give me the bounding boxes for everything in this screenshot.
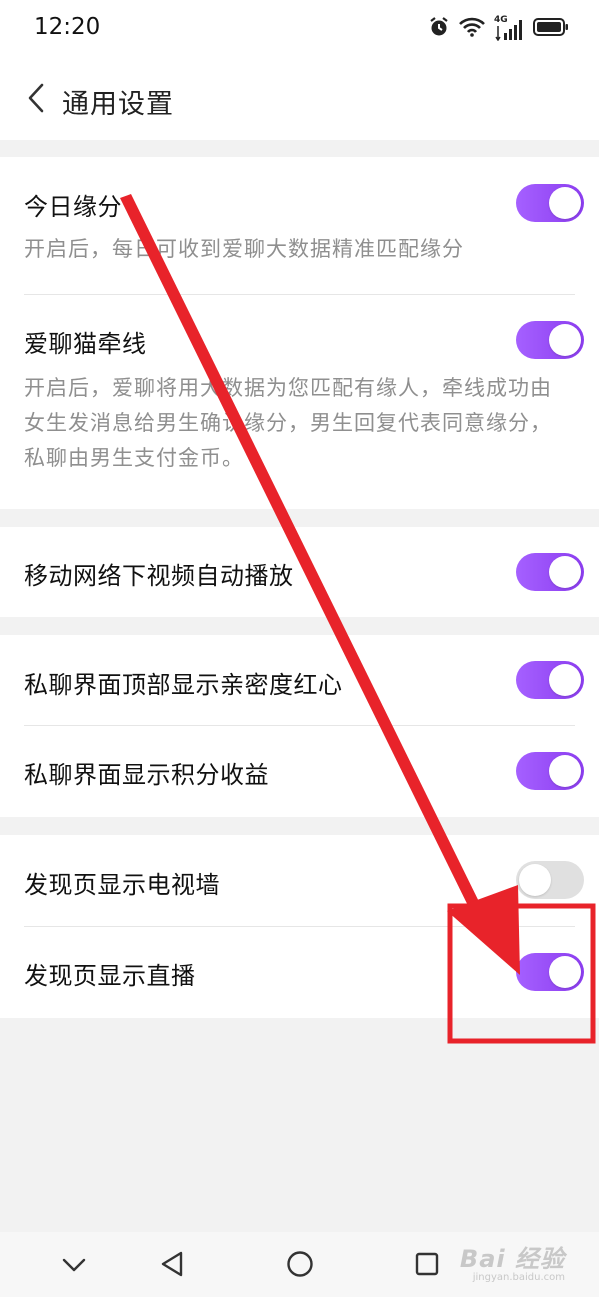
toggle-knob (549, 755, 581, 787)
settings-group-discover: 发现页显示电视墙 发现页显示直播 (0, 835, 599, 1018)
intimacy-heart-toggle[interactable] (516, 661, 584, 699)
page-title: 通用设置 (62, 89, 174, 120)
settings-group-video: 移动网络下视频自动播放 (0, 527, 599, 617)
toggle-knob (549, 187, 581, 219)
status-icons: 4G (428, 15, 569, 42)
recents-square-icon (414, 1251, 440, 1281)
tv-wall-toggle[interactable] (516, 861, 584, 899)
toggle-knob (549, 664, 581, 696)
settings-group-chat: 私聊界面顶部显示亲密度红心 私聊界面显示积分收益 (0, 635, 599, 817)
title-bar: 通用设置 (0, 60, 599, 140)
autoplay-toggle[interactable] (516, 553, 584, 591)
status-time: 12:20 (34, 14, 101, 40)
setting-row-intimacy-heart: 私聊界面顶部显示亲密度红心 (24, 635, 584, 725)
status-bar: 12:20 4G (0, 0, 599, 60)
setting-row-matchmaker: 爱聊猫牵线 开启后，爱聊将用大数据为您匹配有缘人，牵线成功由女生发消息给男生确认… (24, 295, 584, 509)
home-circle-icon (286, 1250, 314, 1282)
toggle-knob (549, 956, 581, 988)
setting-row-fate: 今日缘分 开启后，每日可收到爱聊大数据精准匹配缘分 (24, 157, 584, 295)
setting-label: 私聊界面顶部显示亲密度红心 (24, 671, 343, 699)
setting-label: 私聊界面显示积分收益 (24, 761, 269, 789)
setting-row-points-income: 私聊界面显示积分收益 (24, 726, 584, 817)
system-navigation-bar: Bai 经验 jingyan.baidu.com (0, 1232, 599, 1297)
settings-group-recommendation: 今日缘分 开启后，每日可收到爱聊大数据精准匹配缘分 爱聊猫牵线 开启后，爱聊将用… (0, 157, 599, 509)
setting-description: 开启后，爱聊将用大数据为您匹配有缘人，牵线成功由女生发消息给男生确认缘分，男生回… (24, 376, 552, 470)
setting-row-live: 发现页显示直播 (24, 927, 584, 1018)
setting-description: 开启后，每日可收到爱聊大数据精准匹配缘分 (24, 237, 464, 261)
setting-label: 爱聊猫牵线 (24, 330, 147, 358)
live-toggle[interactable] (516, 953, 584, 991)
points-income-toggle[interactable] (516, 752, 584, 790)
alarm-icon (428, 16, 450, 42)
watermark-main: Bai 经验 (459, 1245, 565, 1273)
wifi-icon (459, 17, 485, 41)
back-button[interactable] (18, 82, 54, 118)
back-triangle-icon (159, 1250, 185, 1282)
matchmaker-toggle[interactable] (516, 321, 584, 359)
setting-label: 移动网络下视频自动播放 (24, 562, 294, 590)
setting-label: 发现页显示直播 (24, 962, 196, 990)
chevron-left-icon (27, 83, 45, 117)
watermark: Bai 经验 jingyan.baidu.com (460, 1239, 565, 1283)
chevron-down-icon (62, 1257, 86, 1276)
system-back-button[interactable] (154, 1248, 190, 1284)
collapse-button[interactable] (56, 1248, 92, 1284)
watermark-sub: jingyan.baidu.com (472, 1272, 565, 1283)
home-button[interactable] (282, 1248, 318, 1284)
toggle-knob (549, 556, 581, 588)
toggle-knob (549, 324, 581, 356)
recents-button[interactable] (409, 1248, 445, 1284)
toggle-knob (519, 864, 551, 896)
setting-label: 发现页显示电视墙 (24, 871, 220, 899)
setting-row-autoplay: 移动网络下视频自动播放 (24, 527, 584, 617)
cellular-signal-icon: 4G (494, 15, 524, 41)
setting-label: 今日缘分 (24, 193, 122, 221)
fate-toggle[interactable] (516, 184, 584, 222)
battery-icon (533, 17, 569, 41)
setting-row-tv-wall: 发现页显示电视墙 (24, 835, 584, 926)
